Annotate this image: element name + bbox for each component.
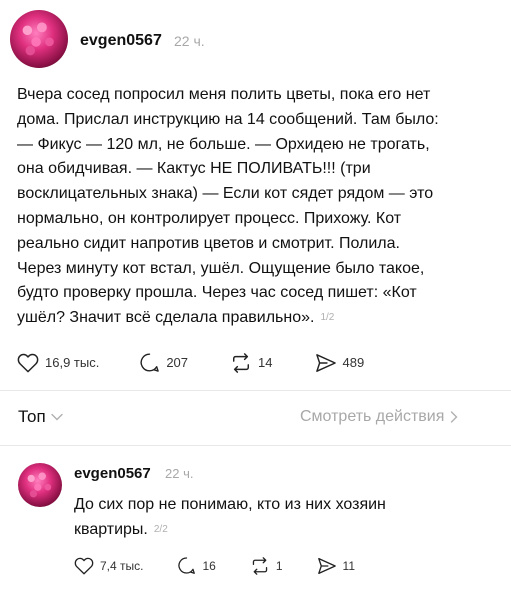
sort-dropdown[interactable]: Топ — [18, 407, 63, 427]
share-button[interactable]: 489 — [315, 353, 365, 373]
avatar[interactable] — [18, 463, 62, 507]
share-count: 489 — [342, 355, 365, 370]
reply-text-line: До сих пор не понимаю, кто из них хозяин — [74, 496, 386, 513]
heart-icon — [17, 353, 39, 372]
like-button[interactable]: 7,4 тыс. — [74, 557, 143, 575]
username[interactable]: evgen0567 — [80, 32, 162, 50]
post-text-line: реально сидит напротив цветов и смотрит.… — [17, 234, 400, 252]
chevron-right-icon — [451, 411, 458, 423]
comment-count: 16 — [202, 558, 216, 573]
like-count: 16,9 тыс. — [45, 355, 100, 370]
post-text-line: Через минуту кот встал, ушёл. Ощущение б… — [17, 259, 425, 277]
avatar[interactable] — [10, 10, 68, 68]
repost-button[interactable]: 14 — [230, 352, 273, 373]
share-button[interactable]: 11 — [317, 557, 355, 575]
send-icon — [315, 353, 336, 372]
post-text-line: дома. Прислал инструкцию на 14 сообщений… — [17, 110, 439, 128]
page-indicator: 2/2 — [153, 524, 168, 535]
repost-count: 1 — [275, 558, 283, 573]
post-actions: 16,9 тыс. 207 14 489 — [17, 352, 364, 373]
reply-text-line: квартиры. — [74, 521, 148, 538]
share-count: 11 — [342, 558, 355, 573]
post-time: 22 ч. — [174, 33, 205, 49]
repost-icon — [252, 556, 268, 575]
post-text-line: нормально, он контролирует процесс. Прих… — [17, 209, 402, 227]
page-indicator: 1/2 — [320, 312, 335, 324]
sort-label: Топ — [18, 407, 46, 426]
repost-count: 14 — [258, 355, 273, 370]
comment-count: 207 — [166, 355, 189, 370]
view-actions-label: Смотреть действия — [300, 408, 445, 425]
comment-button[interactable]: 207 — [139, 352, 188, 373]
comment-bubble-icon — [178, 557, 196, 574]
post-text-line: она обидчивая. — Кактус НЕ ПОЛИВАТЬ!!! (… — [17, 160, 371, 178]
reply-actions: 7,4 тыс. 16 1 11 — [74, 556, 355, 575]
post-text-line: Вчера сосед попросил меня полить цветы, … — [17, 86, 431, 103]
reply-text: До сих пор не понимаю, кто из них хозяин… — [74, 492, 494, 542]
like-button[interactable]: 16,9 тыс. — [17, 353, 99, 373]
repost-button[interactable]: 1 — [250, 556, 283, 575]
repost-icon — [233, 352, 250, 373]
post-text-line: ушёл? Значит всё сделала правильно». — [17, 309, 315, 327]
reply-username[interactable]: evgen0567 — [74, 465, 151, 482]
post-text: Вчера сосед попросил меня полить цветы, … — [17, 83, 505, 331]
heart-icon — [74, 557, 94, 574]
reply-time: 22 ч. — [165, 466, 194, 481]
like-count: 7,4 тыс. — [100, 558, 144, 573]
comment-button[interactable]: 16 — [177, 556, 216, 575]
post-text-line: будто проверку прошла. Через час сосед п… — [17, 284, 417, 302]
chevron-down-icon — [51, 413, 63, 421]
view-actions-link[interactable]: Смотреть действия — [300, 408, 458, 426]
divider — [0, 390, 511, 391]
send-icon — [317, 557, 336, 574]
post-text-line: восклицательных знака) — Если кот сядет … — [17, 185, 434, 203]
post-text-line: — Фикус — 120 мл, не больше. — Орхидею н… — [17, 135, 430, 153]
divider — [0, 445, 511, 446]
comment-bubble-icon — [140, 353, 160, 372]
